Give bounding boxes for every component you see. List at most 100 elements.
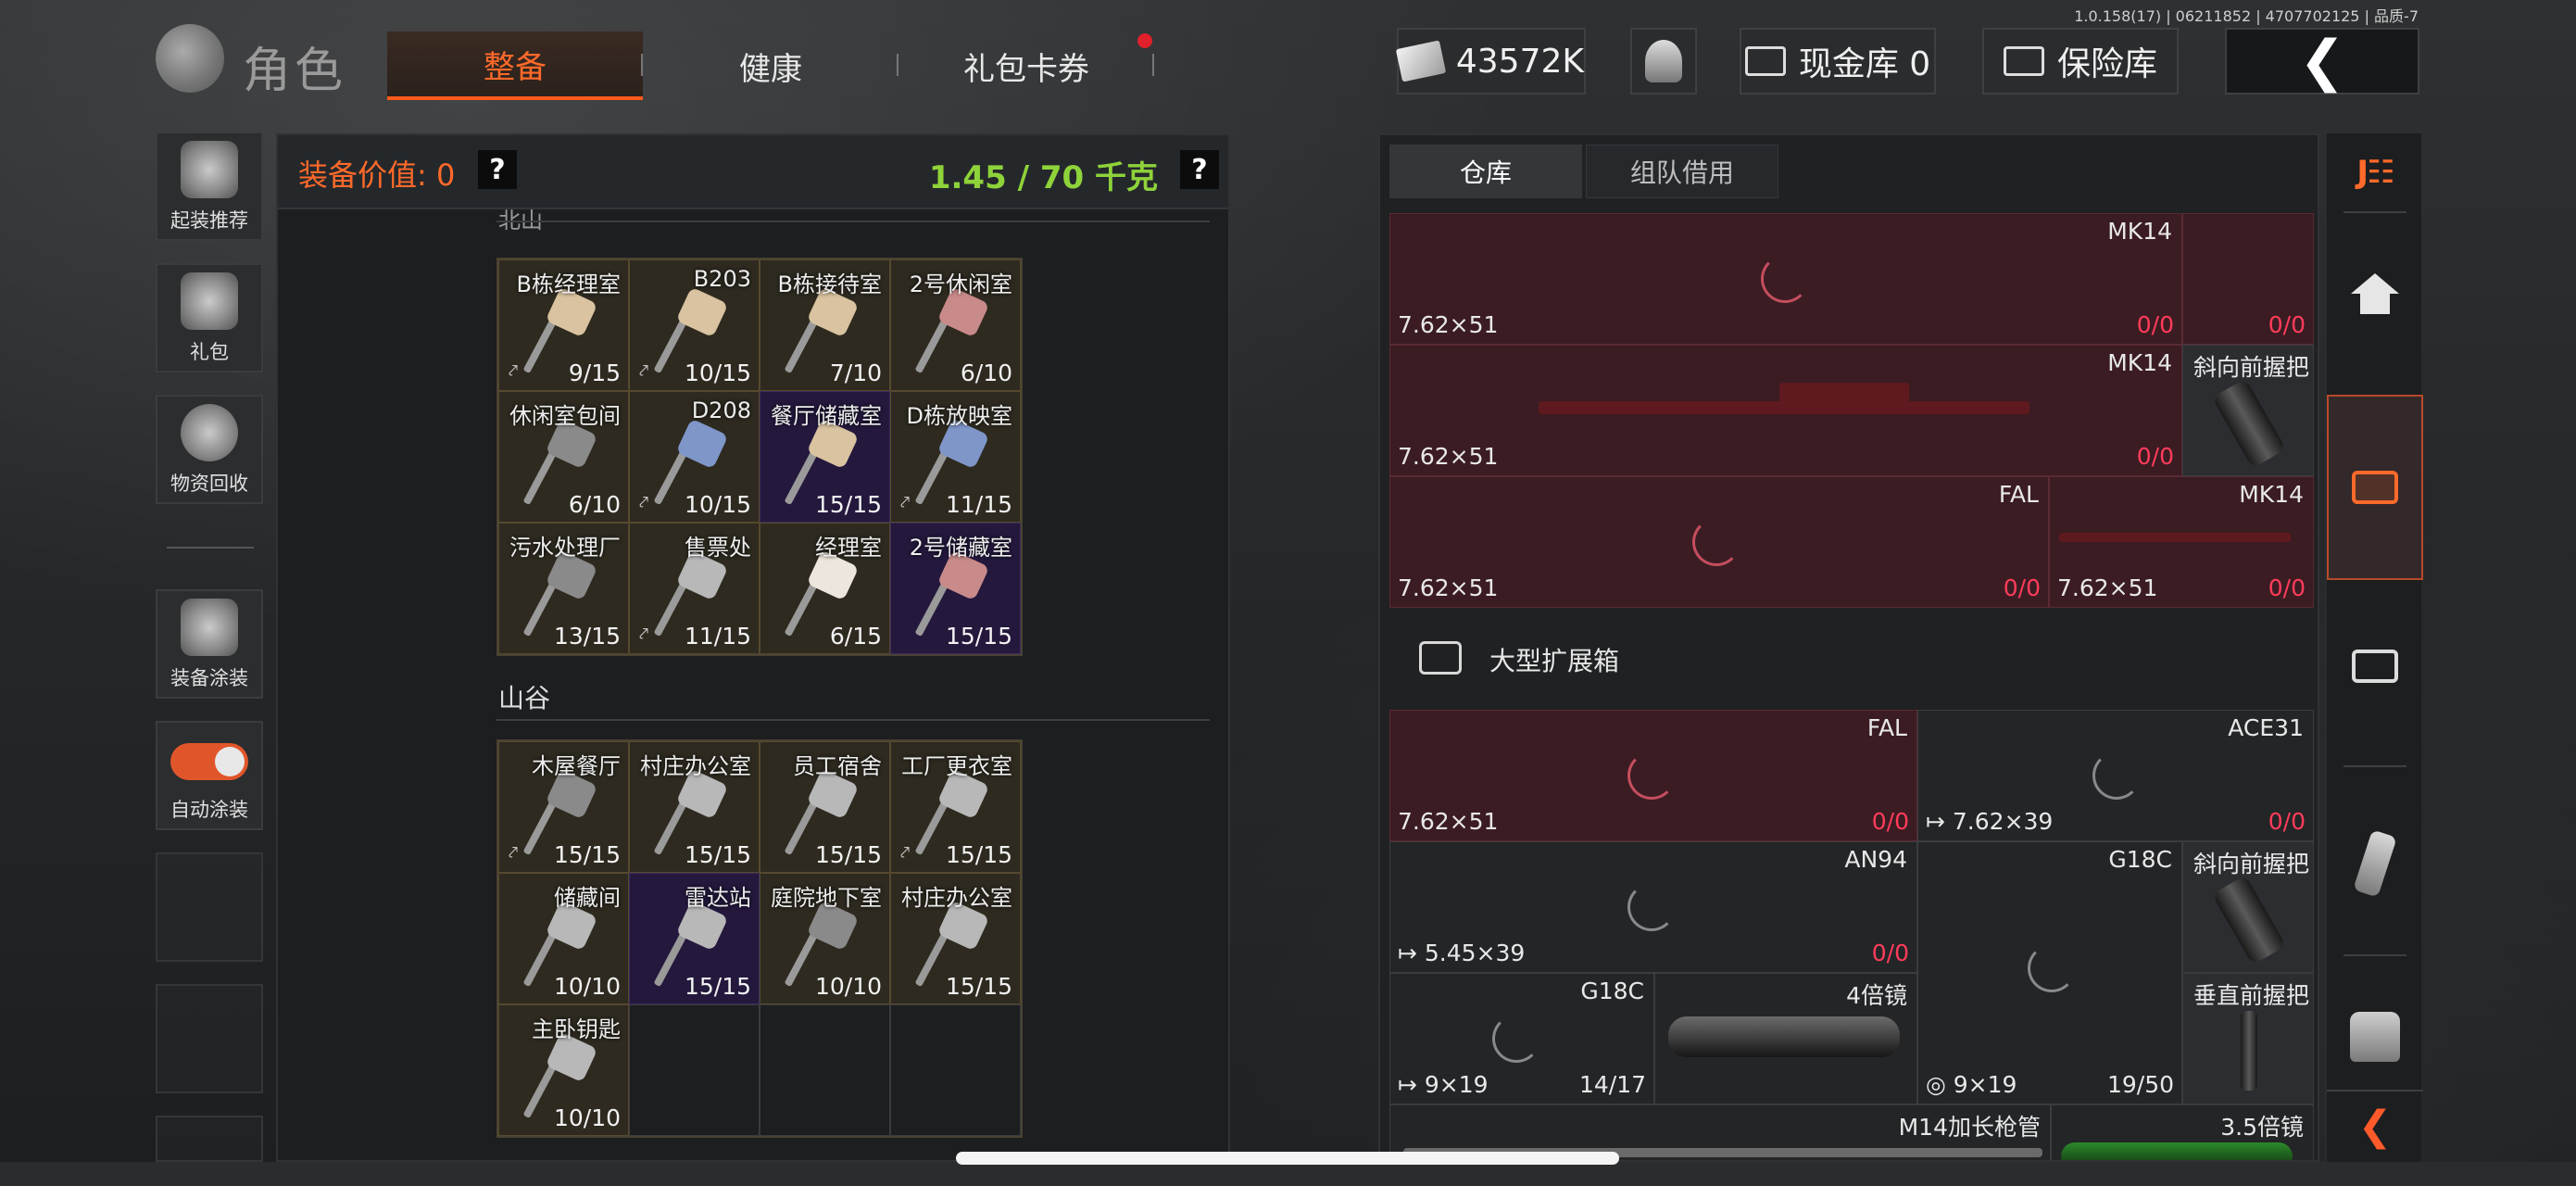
- weapon-caliber: 7.62×51: [1398, 311, 1499, 338]
- attachment-slot-angled-grip[interactable]: 斜向前握把: [2182, 345, 2314, 476]
- marked-tag-icon: ⤤: [509, 361, 519, 381]
- key-item[interactable]: 污水处理厂 13/15: [498, 523, 629, 654]
- home-icon: [2351, 273, 2399, 314]
- rail-home-button[interactable]: [2327, 237, 2423, 330]
- recycle-button[interactable]: 物资回收: [156, 395, 263, 504]
- green-scope-icon: [2061, 1142, 2293, 1160]
- rail-vest-button[interactable]: [2327, 967, 2423, 1106]
- key-item[interactable]: 售票处 ⤤ 11/15: [629, 523, 760, 654]
- key-item[interactable]: B栋接待室 7/10: [760, 259, 890, 391]
- home-indicator[interactable]: [956, 1152, 1619, 1165]
- key-name: B203: [693, 266, 751, 292]
- key-name: 经理室: [815, 535, 882, 561]
- key-item[interactable]: 村庄办公室 15/15: [890, 873, 1021, 1004]
- currency-display[interactable]: 43572K: [1395, 28, 1586, 95]
- rail-magazine-button[interactable]: [2327, 782, 2423, 945]
- marked-tag-icon: ⤤: [900, 493, 911, 512]
- cash-vault-button[interactable]: 现金库 0: [1740, 28, 1936, 95]
- marked-tag-icon: ⤤: [639, 361, 649, 381]
- key-name: 污水处理厂: [509, 535, 621, 561]
- loading-spinner-icon: [1692, 518, 1740, 566]
- section-divider: [496, 719, 1210, 721]
- key-item[interactable]: D栋放映室 ⤤ 11/15: [890, 391, 1021, 523]
- equipment-paint-button[interactable]: 装备涂装: [156, 589, 263, 699]
- expansion-box-header[interactable]: 大型扩展箱: [1389, 621, 2314, 695]
- rail-collapse-button[interactable]: ❮: [2327, 1090, 2423, 1160]
- attachment-slot-4x-scope[interactable]: 4倍镜: [1654, 973, 1917, 1104]
- key-item[interactable]: 员工宿舍 15/15: [760, 741, 890, 873]
- tab-warehouse[interactable]: 仓库: [1389, 145, 1582, 198]
- weapon-ammo: 0/0: [2268, 808, 2306, 835]
- key-item[interactable]: 村庄办公室 15/15: [629, 741, 760, 873]
- sidebar-label: 装备涂装: [170, 667, 248, 689]
- weapon-slot-fal[interactable]: FAL 7.62×51 0/0: [1389, 710, 1917, 841]
- safe-label: 保险库: [2056, 45, 2157, 83]
- gift-button[interactable]: 礼包: [156, 263, 263, 372]
- weapon-slot-side[interactable]: 0/0: [2182, 213, 2314, 345]
- rail-jf-button[interactable]: J☷: [2327, 133, 2423, 211]
- safe-icon: [2003, 46, 2044, 76]
- key-durability: 13/15: [553, 623, 621, 650]
- weapon-slot-g18c[interactable]: G18C ◎ 9×19 19/50: [1917, 841, 2182, 1104]
- weapon-slot-fal[interactable]: FAL 7.62×51 0/0: [1389, 476, 2049, 608]
- weight-help-button[interactable]: ?: [1180, 150, 1219, 189]
- key-item[interactable]: B203 ⤤ 10/15: [629, 259, 760, 391]
- warehouse-panel: 仓库 组队借用 MK14 7.62×51 0/0 0/0 MK14 7.62×5…: [1378, 133, 2319, 1162]
- weapon-slot-mk14[interactable]: MK14 7.62×51 0/0: [1389, 213, 2182, 345]
- operator-icon: [1645, 40, 1682, 82]
- rifle-scope-icon: [1779, 383, 1909, 403]
- key-item[interactable]: 庭院地下室 10/10: [760, 873, 890, 1004]
- weapon-ammo: 0/0: [2136, 443, 2174, 470]
- key-name: B栋接待室: [777, 271, 882, 297]
- auto-paint-toggle[interactable]: 自动涂装: [156, 721, 263, 830]
- weapon-caliber: 7.62×51: [2057, 574, 2158, 601]
- tab-equip[interactable]: 整备: [387, 32, 643, 100]
- key-durability: 10/10: [553, 973, 621, 1000]
- key-item[interactable]: 2号储藏室 15/15: [890, 523, 1021, 654]
- key-item[interactable]: 经理室 6/15: [760, 523, 890, 654]
- key-item[interactable]: B栋经理室 ⤤ 9/15: [498, 259, 629, 391]
- back-button[interactable]: ❮: [2225, 28, 2419, 95]
- rail-divider: [2344, 765, 2406, 767]
- weapon-slot-ace31[interactable]: ACE31 ↦ 7.62×39 0/0: [1917, 710, 2314, 841]
- weapon-slot-mk14[interactable]: MK14 7.62×51 0/0: [1389, 345, 2182, 476]
- key-item[interactable]: 主卧钥匙 10/10: [498, 1004, 629, 1136]
- tab-health-label: 健康: [739, 50, 802, 88]
- safe-button[interactable]: 保险库: [1982, 28, 2179, 95]
- key-item[interactable]: 木屋餐厅 ⤤ 15/15: [498, 741, 629, 873]
- scope-icon: [1668, 1016, 1900, 1057]
- key-item[interactable]: 休闲室包间 6/10: [498, 391, 629, 523]
- attachment-slot-3-5x-scope[interactable]: 3.5倍镜: [2051, 1104, 2314, 1160]
- weapon-caliber: 7.62×51: [1398, 443, 1499, 470]
- rail-divider: [2344, 211, 2406, 213]
- tab-health[interactable]: 健康: [643, 32, 898, 100]
- empty-slot: [156, 852, 263, 962]
- weapon-ammo: 0/0: [1871, 940, 1909, 966]
- attachment-slot-angled-grip[interactable]: 斜向前握把: [2182, 841, 2314, 973]
- weapon-caliber: ↦ 5.45×39: [1398, 940, 1525, 966]
- tab-team-borrow[interactable]: 组队借用: [1586, 145, 1778, 198]
- key-item[interactable]: D208 ⤤ 10/15: [629, 391, 760, 523]
- key-name: 储藏间: [554, 885, 621, 911]
- help-button[interactable]: ?: [478, 150, 517, 189]
- rail-storage-button[interactable]: [2327, 580, 2423, 752]
- loadout-recommend-button[interactable]: 起装推荐: [156, 132, 263, 241]
- key-durability: 15/15: [553, 841, 621, 868]
- weapon-ammo: 0/0: [1871, 808, 1909, 835]
- key-name: 雷达站: [685, 885, 751, 911]
- key-item[interactable]: 雷达站 15/15: [629, 873, 760, 1004]
- key-item[interactable]: 餐厅储藏室 15/15: [760, 391, 890, 523]
- key-item[interactable]: 2号休闲室 6/10: [890, 259, 1021, 391]
- character-button[interactable]: [1630, 28, 1697, 95]
- tab-gift-coupon[interactable]: 礼包卡券: [898, 32, 1154, 100]
- key-item[interactable]: 储藏间 10/10: [498, 873, 629, 1004]
- key-item[interactable]: 工厂更衣室 ⤤ 15/15: [890, 741, 1021, 873]
- weapon-name: G18C: [2108, 846, 2172, 873]
- rail-warehouse-button[interactable]: [2327, 395, 2423, 580]
- weapon-slot-g18c[interactable]: G18C ↦ 9×19 14/17: [1389, 973, 1654, 1104]
- expansion-box-label: 大型扩展箱: [1489, 646, 1620, 676]
- attachment-slot-vertical-grip[interactable]: 垂直前握把: [2182, 973, 2314, 1104]
- toggle-icon[interactable]: [170, 743, 248, 780]
- weapon-slot-an94[interactable]: AN94 ↦ 5.45×39 0/0: [1389, 841, 1917, 973]
- weapon-slot-mk14-small[interactable]: MK14 7.62×51 0/0: [2049, 476, 2314, 608]
